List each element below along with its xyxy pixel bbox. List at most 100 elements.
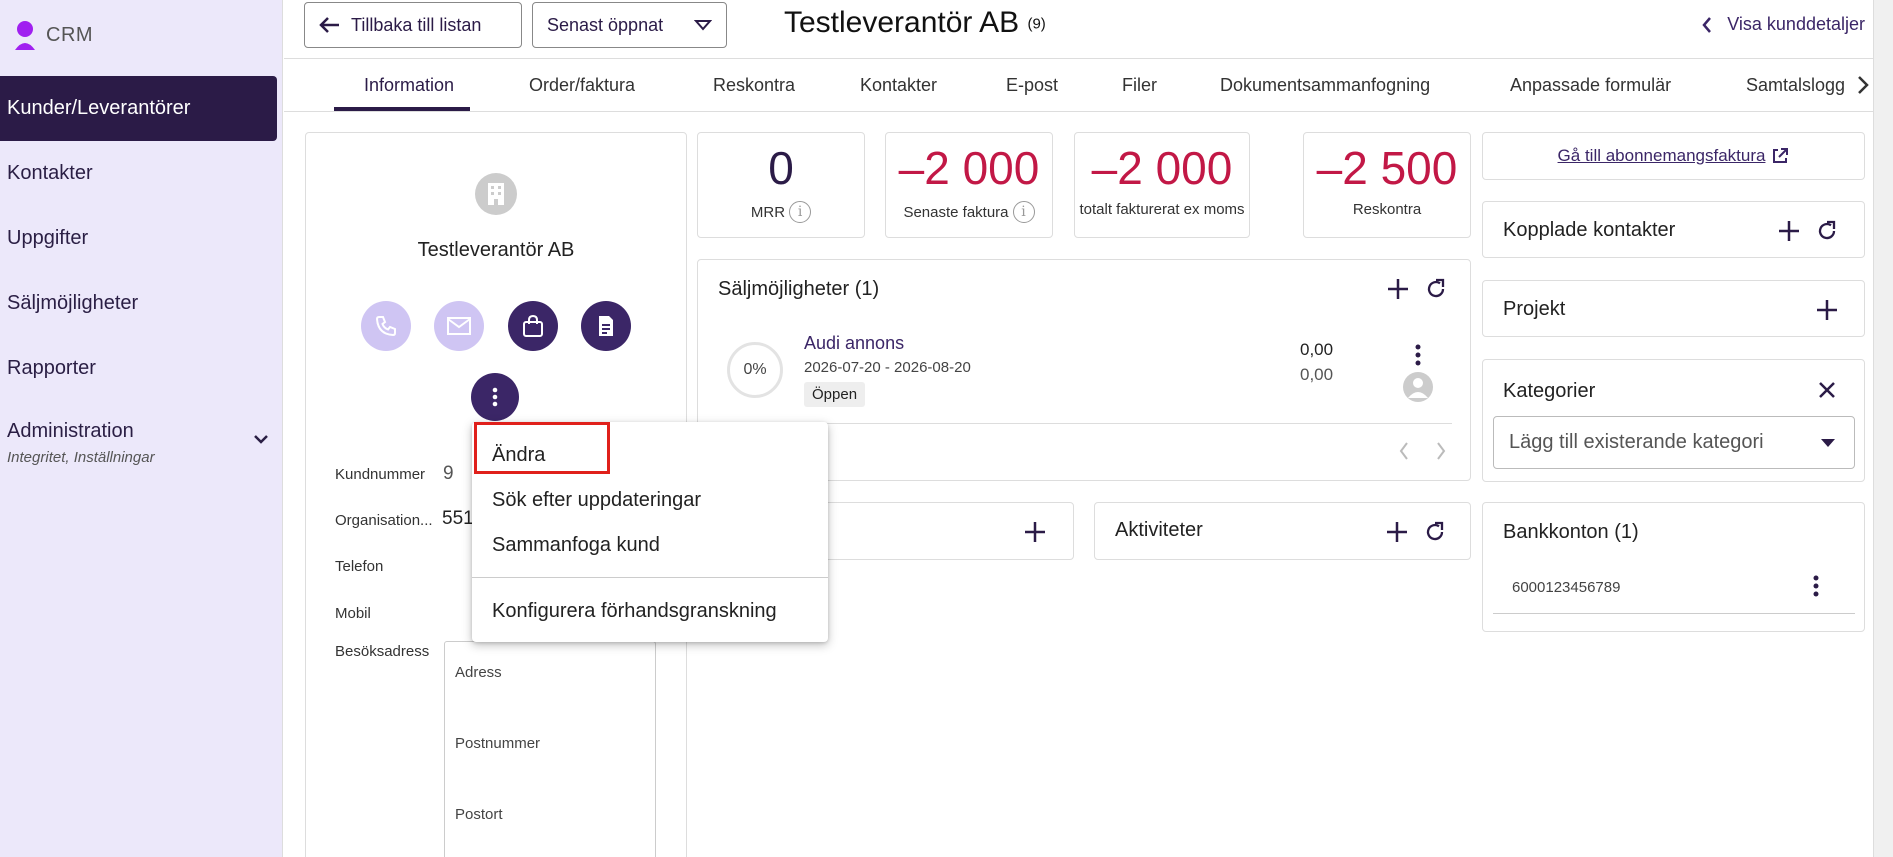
bank-accounts-title: Bankkonton (1) (1503, 521, 1639, 543)
refresh-icon[interactable] (1815, 219, 1839, 243)
menu-item-sammanfoga-kund[interactable]: Sammanfoga kund (492, 534, 660, 557)
opportunity-name[interactable]: Audi annons (804, 333, 904, 354)
tab-bar: Information Order/faktura Reskontra Kont… (284, 58, 1874, 112)
activities-title: Aktiviteter (1115, 519, 1203, 541)
sidebar: CRM Kunder/Leverantörer Kontakter Uppgif… (0, 0, 283, 857)
close-icon[interactable] (1817, 380, 1837, 400)
stat-latest-invoice-label: Senaste faktura (903, 203, 1009, 221)
sidebar-item-rapporter[interactable]: Rapporter (0, 336, 277, 401)
divider (1493, 613, 1855, 614)
stat-mrr-value: 0 (768, 142, 794, 194)
category-select[interactable]: Lägg till existerande kategori (1493, 416, 1855, 469)
stat-reskontra-label: Reskontra (1352, 201, 1422, 218)
refresh-icon[interactable] (1424, 277, 1448, 301)
telefon-label: Telefon (335, 558, 384, 575)
tab-dokumentsammanfogning[interactable]: Dokumentsammanfogning (1220, 75, 1430, 96)
sidebar-item-uppgifter[interactable]: Uppgifter (0, 206, 277, 271)
tab-reskontra[interactable]: Reskontra (713, 75, 795, 96)
org-value: 551 (442, 508, 474, 529)
recent-label: Senast öppnat (547, 14, 664, 35)
subscription-link-card[interactable]: Gå till abonnemangsfaktura (1482, 132, 1865, 180)
page-title-text: Testleverantör AB (784, 6, 1020, 39)
chevron-down-icon[interactable] (253, 434, 269, 444)
visit-address-box[interactable]: Adress Postnummer Postort (444, 641, 656, 857)
page-title: Testleverantör AB (9) (784, 6, 1046, 40)
categories-panel: Kategorier Lägg till existerande kategor… (1482, 359, 1865, 482)
linked-contacts-panel: Kopplade kontakter (1482, 201, 1865, 258)
opportunities-title: Säljmöjligheter (1) (718, 278, 880, 300)
show-customer-details-button[interactable]: Visa kunddetaljer (1701, 14, 1865, 35)
orders-button[interactable] (508, 301, 558, 351)
arrow-left-icon (319, 16, 341, 34)
bank-accounts-panel: Bankkonton (1) 6000123456789 (1482, 502, 1865, 632)
status-badge: Öppen (804, 382, 866, 407)
categories-title: Kategorier (1503, 380, 1596, 402)
subscription-link[interactable]: Gå till abonnemangsfaktura (1558, 146, 1766, 166)
caret-down-icon (1820, 438, 1836, 448)
phone-button[interactable] (361, 301, 411, 351)
tab-order-faktura[interactable]: Order/faktura (529, 75, 635, 96)
app-name: CRM (46, 23, 94, 46)
add-icon[interactable] (1815, 298, 1839, 322)
stat-latest-invoice-value: –2 000 (898, 142, 1040, 194)
kundnummer-label: Kundnummer (335, 466, 426, 483)
sidebar-item-kontakter[interactable]: Kontakter (0, 141, 277, 206)
info-icon[interactable]: i (1012, 201, 1035, 223)
kebab-menu-icon[interactable] (1813, 575, 1819, 597)
besoksadress-label: Besöksadress (335, 643, 430, 660)
info-icon[interactable]: i (789, 201, 812, 223)
external-link-icon (1771, 147, 1789, 165)
details-label: Visa kunddetaljer (1727, 14, 1865, 34)
tab-information[interactable]: Information (364, 75, 454, 96)
menu-item-andra[interactable]: Ändra (492, 444, 545, 467)
stat-total-invoiced-value: –2 000 (1091, 142, 1233, 194)
more-options-button[interactable] (471, 373, 519, 421)
add-icon[interactable] (1386, 277, 1410, 301)
caret-down-icon (694, 19, 712, 31)
chevron-left-icon[interactable] (1398, 441, 1410, 461)
stat-total-invoiced: –2 000 totalt fakturerat ex moms (1074, 132, 1250, 238)
menu-item-sok-uppdateringar[interactable]: Sök efter uppdateringar (492, 489, 701, 512)
postnummer-placeholder: Postnummer (455, 735, 541, 752)
stat-reskontra: –2 500 Reskontra (1303, 132, 1471, 238)
back-to-list-button[interactable]: Tillbaka till listan (304, 2, 522, 48)
projects-panel: Projekt (1482, 280, 1865, 337)
back-label: Tillbaka till listan (351, 14, 482, 35)
invoice-button[interactable] (581, 301, 631, 351)
tab-samtalslogg[interactable]: Samtalslogg (1746, 75, 1856, 96)
tab-kontakter[interactable]: Kontakter (860, 75, 937, 96)
app-logo[interactable]: CRM (14, 20, 93, 50)
mail-icon (446, 316, 472, 336)
menu-item-konfigurera-forhandsgranskning[interactable]: Konfigurera förhandsgranskning (492, 600, 777, 623)
stat-reskontra-value: –2 500 (1316, 142, 1458, 194)
sidebar-item-saljmojligheter[interactable]: Säljmöjligheter (0, 271, 277, 336)
recent-dropdown[interactable]: Senast öppnat (532, 2, 727, 48)
tab-e-post[interactable]: E-post (1006, 75, 1058, 96)
sidebar-item-kunder[interactable]: Kunder/Leverantörer (0, 76, 277, 141)
sidebar-item-administration[interactable]: Administration Integritet, Inställningar (7, 420, 269, 466)
add-icon[interactable] (1777, 219, 1801, 243)
divider (718, 423, 1452, 424)
building-icon (475, 173, 517, 215)
kebab-menu-icon[interactable] (1415, 344, 1421, 366)
tab-anpassade-formular[interactable]: Anpassade formulär (1510, 75, 1671, 96)
email-button[interactable] (434, 301, 484, 351)
admin-label: Administration (7, 420, 134, 442)
chevron-right-icon[interactable] (1435, 441, 1447, 461)
admin-sublabel: Integritet, Inställningar (7, 449, 155, 466)
projects-title: Projekt (1503, 298, 1566, 320)
page-title-count: (9) (1027, 15, 1046, 33)
tab-filer[interactable]: Filer (1122, 75, 1157, 96)
chevron-right-icon[interactable] (1852, 75, 1870, 95)
address-placeholder: Adress (455, 664, 502, 681)
add-icon[interactable] (1023, 520, 1047, 544)
page-scrollbar[interactable] (1873, 0, 1893, 857)
category-placeholder: Lägg till existerande kategori (1509, 431, 1764, 453)
refresh-icon[interactable] (1423, 520, 1447, 544)
add-icon[interactable] (1385, 520, 1409, 544)
more-options-menu: Ändra Sök efter uppdateringar Sammanfoga… (472, 422, 828, 642)
linked-contacts-title: Kopplade kontakter (1503, 219, 1676, 241)
chevron-left-icon (1701, 16, 1713, 34)
opportunity-value-2: 0,00 (1300, 365, 1334, 384)
stat-total-invoiced-label: totalt fakturerat ex moms (1079, 201, 1245, 218)
